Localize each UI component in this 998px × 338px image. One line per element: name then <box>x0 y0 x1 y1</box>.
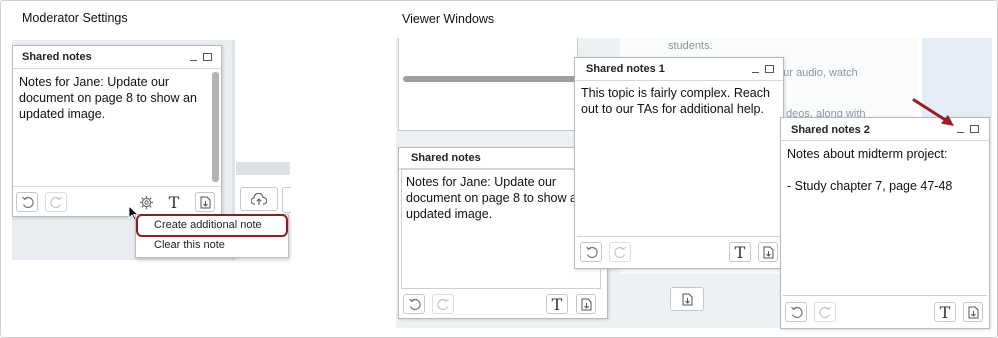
toolbar-divider <box>13 186 221 187</box>
format-text-icon: T <box>939 302 951 322</box>
window-title: Shared notes <box>411 152 481 164</box>
minimize-icon[interactable] <box>752 72 759 73</box>
minimize-icon[interactable] <box>957 132 964 133</box>
redo-icon <box>49 196 62 208</box>
scrollbar-thumb[interactable] <box>212 72 219 182</box>
redo-icon <box>613 246 626 258</box>
maximize-icon[interactable] <box>203 53 212 61</box>
undo-button[interactable] <box>16 192 38 212</box>
format-text-icon: T <box>734 242 746 262</box>
export-button[interactable] <box>963 302 983 322</box>
menu-item-clear-this-note[interactable]: Clear this note <box>136 236 288 255</box>
redo-button[interactable] <box>45 192 67 212</box>
shared-notes-2-window: Shared notes 2 Notes about midterm proje… <box>780 117 990 329</box>
note-text-area[interactable]: Notes for Jane: Update our document on p… <box>401 169 601 289</box>
export-button[interactable] <box>576 294 596 314</box>
export-icon <box>763 246 773 258</box>
window-title: Shared notes 2 <box>791 124 870 136</box>
export-icon <box>581 298 591 310</box>
format-text-button[interactable]: T <box>729 242 751 262</box>
viewer-middle-bottom <box>620 274 800 328</box>
window-header: Shared notes 1 <box>575 58 783 81</box>
export-icon <box>968 306 978 318</box>
note-text-area[interactable]: This topic is fairly complex. Reach out … <box>577 81 781 237</box>
redo-icon <box>436 298 449 310</box>
format-text-button[interactable]: T <box>163 191 185 213</box>
format-text-icon: T <box>168 192 180 212</box>
export-button[interactable] <box>758 242 778 262</box>
format-text-button[interactable]: T <box>934 302 956 322</box>
window-header: Shared notes <box>13 46 221 69</box>
redo-button[interactable] <box>814 302 836 322</box>
moderator-notes-window: Shared notes Notes for Jane: Update our … <box>12 45 222 217</box>
window-title: Shared notes <box>22 51 92 63</box>
upload-cloud-icon <box>251 192 267 205</box>
window-title: Shared notes 1 <box>586 63 665 75</box>
shared-notes-1-window: Shared notes 1 This topic is fairly comp… <box>574 57 784 269</box>
export-button[interactable] <box>195 192 215 212</box>
format-text-button[interactable]: T <box>546 294 568 314</box>
partial-button <box>282 187 291 213</box>
gear-icon <box>139 195 153 209</box>
upload-button[interactable] <box>240 187 278 211</box>
undo-button[interactable] <box>403 294 425 314</box>
redo-button[interactable] <box>432 294 454 314</box>
maximize-icon[interactable] <box>765 65 774 73</box>
redo-button[interactable] <box>609 242 631 262</box>
format-text-icon: T <box>551 294 563 314</box>
highlight-outline <box>136 214 288 237</box>
undo-icon <box>21 196 34 208</box>
horizontal-scrollbar[interactable] <box>403 76 577 82</box>
undo-icon <box>790 306 803 318</box>
moderator-side-strip <box>236 162 290 175</box>
export-button[interactable] <box>670 287 704 311</box>
undo-button[interactable] <box>580 242 602 262</box>
note-text-area[interactable]: Notes for Jane: Update our document on p… <box>15 70 215 186</box>
minimize-icon[interactable] <box>190 60 197 61</box>
undo-button[interactable] <box>785 302 807 322</box>
viewer-video-panel <box>398 38 578 131</box>
moderator-settings-caption: Moderator Settings <box>22 11 128 25</box>
redo-icon <box>818 306 831 318</box>
export-icon <box>682 293 692 305</box>
note-text-area[interactable]: Notes about midterm project: - Study cha… <box>783 142 987 296</box>
undo-icon <box>408 298 421 310</box>
background-text-2: our audio, watch <box>777 67 858 79</box>
viewer-windows-caption: Viewer Windows <box>402 12 495 26</box>
undo-icon <box>585 246 598 258</box>
arrow-pointer <box>912 98 954 126</box>
background-text-1: students. <box>668 40 713 52</box>
export-icon <box>200 196 210 208</box>
maximize-icon[interactable] <box>970 125 979 133</box>
